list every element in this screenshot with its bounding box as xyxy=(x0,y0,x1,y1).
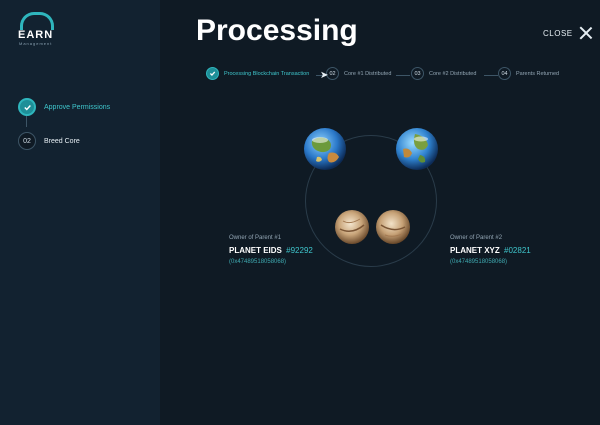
parent-2-owner: Owner of Parent #2 PLANET XYZ #02821 (0x… xyxy=(450,235,531,265)
sidebar: EARN Management Approve Permissions 02 B… xyxy=(0,0,160,425)
brand-name: EARN xyxy=(18,29,54,41)
planet-id[interactable]: #02821 xyxy=(504,246,531,255)
parent-1-owner: Owner of Parent #1 PLANET EIDS #92292 (0… xyxy=(229,235,313,265)
owner-address[interactable]: (0x47489518058068) xyxy=(229,259,313,265)
step-number: 04 xyxy=(498,67,511,80)
progress-step-parents-returned: 04 Parents Returned xyxy=(498,67,559,80)
sidebar-step-breed-core[interactable]: 02 Breed Core xyxy=(18,124,110,158)
progress-step-label: Core #1 Distributed xyxy=(344,70,392,77)
breed-core-1-image xyxy=(334,209,370,245)
parent-2-planet-image xyxy=(395,127,439,171)
progress-step-blockchain: Processing Blockchain Transaction xyxy=(206,67,309,80)
mouse-cursor-icon: ➤ xyxy=(320,70,329,81)
owner-name: PLANET EIDS #92292 xyxy=(229,246,313,255)
step-number: 03 xyxy=(411,67,424,80)
progress-step-label: Parents Returned xyxy=(516,70,560,77)
sidebar-steps: Approve Permissions 02 Breed Core xyxy=(18,90,110,158)
sidebar-step-approve-permissions[interactable]: Approve Permissions xyxy=(18,90,110,124)
owner-name: PLANET XYZ #02821 xyxy=(450,246,531,255)
planet-name: PLANET EIDS xyxy=(229,246,282,255)
check-icon xyxy=(206,67,219,80)
progress-stepper: Processing Blockchain Transaction 02 Cor… xyxy=(204,67,574,83)
owner-address[interactable]: (0x47489518058068) xyxy=(450,259,531,265)
progress-step-label: Processing Blockchain Transaction xyxy=(224,70,310,77)
progress-step-core-2: 03 Core #2 Distributed xyxy=(411,67,476,80)
page-title: Processing xyxy=(196,14,358,47)
progress-step-core-1: 02 Core #1 Distributed xyxy=(326,67,391,80)
progress-step-label: Core #2 Distributed xyxy=(429,70,477,77)
planet-id[interactable]: #92292 xyxy=(286,246,313,255)
owner-caption: Owner of Parent #2 xyxy=(450,235,503,241)
sidebar-step-label: Approve Permissions xyxy=(44,103,111,111)
owner-caption: Owner of Parent #1 xyxy=(229,235,282,241)
breed-core-2-image xyxy=(375,209,411,245)
brand-tagline: Management xyxy=(19,41,53,46)
check-icon xyxy=(18,98,36,116)
brand-logo[interactable]: EARN Management xyxy=(18,12,58,46)
step-number: 02 xyxy=(18,132,36,150)
close-button[interactable]: CLOSE xyxy=(543,26,593,40)
sidebar-step-label: Breed Core xyxy=(44,137,80,145)
planet-name: PLANET XYZ xyxy=(450,246,500,255)
step-connector xyxy=(396,75,410,76)
close-label: CLOSE xyxy=(543,28,573,38)
logo-mark-icon xyxy=(20,12,54,30)
close-icon xyxy=(579,26,593,40)
parent-1-planet-image xyxy=(303,127,347,171)
step-connector xyxy=(484,75,498,76)
